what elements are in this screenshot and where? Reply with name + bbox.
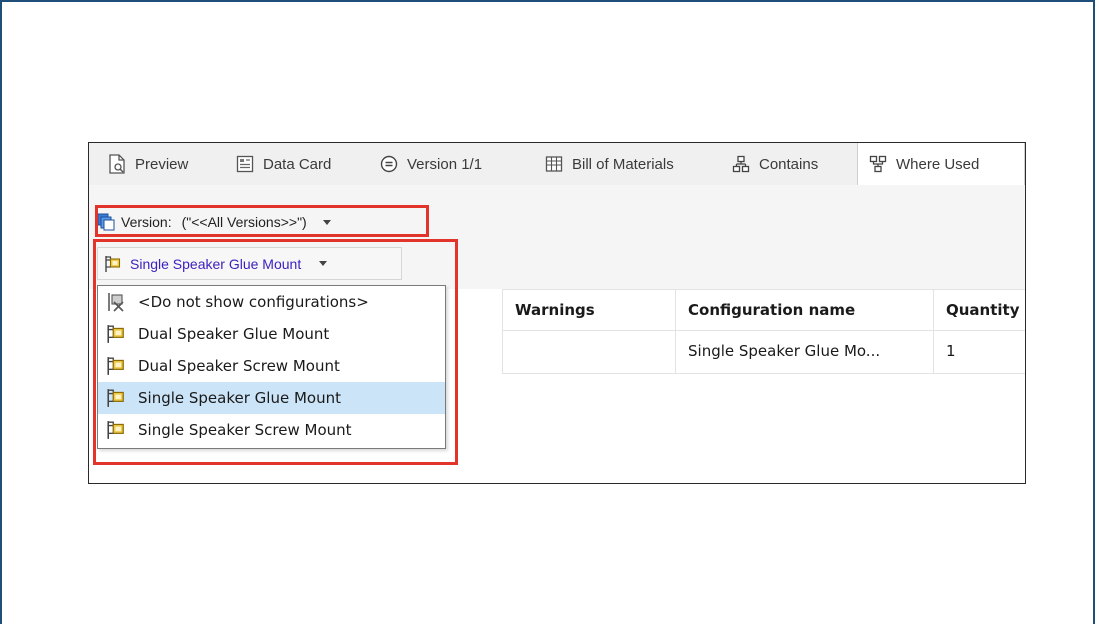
table-row[interactable]: Single Speaker Glue Mo... 1 <box>502 329 1025 374</box>
data-card-icon <box>235 154 255 174</box>
version-icon <box>379 154 399 174</box>
cell-configuration-name: Single Speaker Glue Mo... <box>675 329 933 373</box>
tab-label: Data Card <box>263 155 332 173</box>
bill-of-materials-icon <box>544 154 564 174</box>
tab-preview[interactable]: Preview <box>107 143 188 185</box>
cell-warnings <box>502 329 675 373</box>
tab-label: Preview <box>135 155 189 173</box>
tab-bill-of-materials[interactable]: Bill of Materials <box>544 143 674 185</box>
where-used-panel: Preview Data Card Version 1/1 Bill of Ma… <box>88 142 1026 484</box>
where-used-icon <box>868 154 888 174</box>
tab-label: Version 1/1 <box>407 155 483 173</box>
contains-icon <box>731 154 751 174</box>
column-header-quantity[interactable]: Quantity <box>933 290 1025 330</box>
tab-data-card[interactable]: Data Card <box>235 143 331 185</box>
tab-bar: Preview Data Card Version 1/1 Bill of Ma… <box>89 143 1025 186</box>
column-header-warnings[interactable]: Warnings <box>502 290 675 330</box>
tab-where-used[interactable]: Where Used <box>857 143 1025 185</box>
configuration-highlight-box <box>93 239 458 465</box>
cell-quantity: 1 <box>933 329 1025 373</box>
preview-icon <box>107 154 127 174</box>
tab-version[interactable]: Version 1/1 <box>379 143 482 185</box>
tab-label: Bill of Materials <box>572 155 674 173</box>
tab-label: Contains <box>759 155 819 173</box>
version-highlight-box <box>95 205 429 237</box>
tab-contains[interactable]: Contains <box>731 143 818 185</box>
table-header: Warnings Configuration name Quantity <box>502 289 1025 331</box>
tab-label: Where Used <box>896 155 980 173</box>
column-header-configuration-name[interactable]: Configuration name <box>675 290 933 330</box>
